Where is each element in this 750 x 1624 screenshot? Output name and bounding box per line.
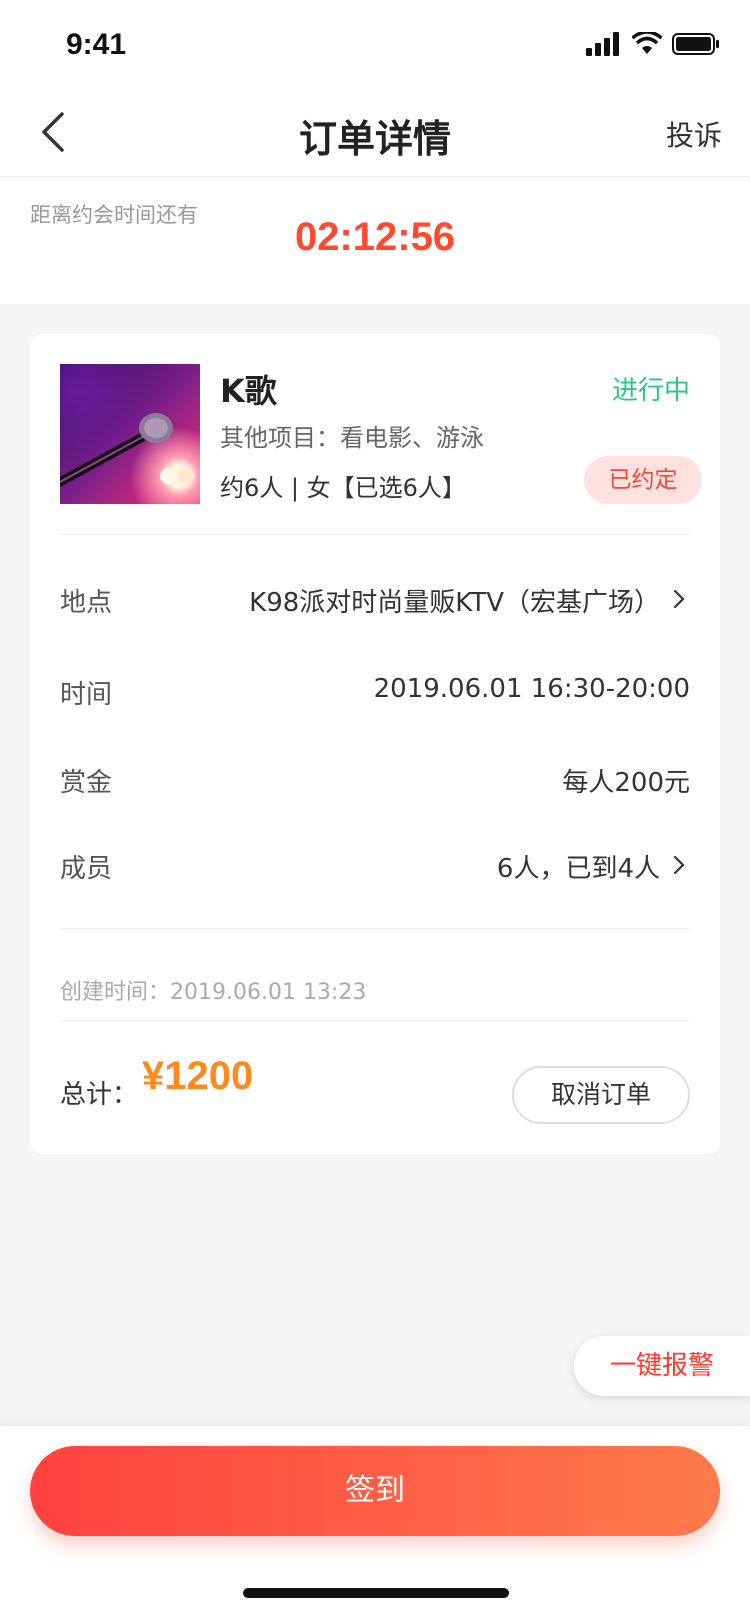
status-time: 9:41: [66, 28, 127, 61]
divider: [60, 534, 690, 535]
activity-thumbnail: [60, 364, 200, 504]
chevron-right-icon: [673, 589, 685, 609]
nav-bar: 订单详情 投诉: [0, 88, 750, 177]
microphone-icon: [60, 413, 194, 487]
countdown-timer: 02:12:56: [294, 215, 456, 259]
emergency-alarm-button[interactable]: 一键报警: [574, 1336, 750, 1396]
created-time: 创建时间：2019.06.01 13:23: [60, 980, 367, 1005]
status-bar: 9:41: [0, 0, 750, 88]
chevron-right-icon: [673, 855, 685, 875]
checkin-button[interactable]: 签到: [30, 1446, 720, 1536]
complain-button[interactable]: 投诉: [666, 114, 722, 154]
divider: [60, 928, 690, 929]
order-status: 进行中: [611, 376, 690, 406]
home-indicator: [243, 1588, 509, 1598]
battery-icon: [672, 33, 719, 55]
reward-label: 赏金: [60, 768, 113, 798]
activity-title: K歌: [220, 372, 277, 410]
members-label: 成员: [60, 854, 113, 884]
time-value: 2019.06.01 16:30-20:00: [373, 674, 690, 704]
location-value: K98派对时尚量贩KTV（宏基广场）: [249, 588, 660, 618]
people-info: 约6人 | 女【已选6人】: [220, 474, 466, 502]
divider: [60, 1020, 690, 1021]
total-label: 总计：: [60, 1080, 139, 1110]
other-items: 其他项目：看电影、游泳: [220, 424, 484, 452]
cancel-order-button[interactable]: 取消订单: [512, 1066, 690, 1124]
signal-icon: [586, 32, 619, 56]
bottom-bar: 签到: [0, 1426, 750, 1624]
reward-value: 每人200元: [562, 768, 690, 798]
total-amount: ¥1200: [142, 1054, 254, 1098]
wifi-icon: [632, 32, 662, 54]
page-title: 订单详情: [298, 117, 451, 161]
members-value: 6人，已到4人: [496, 854, 660, 884]
location-label: 地点: [60, 588, 113, 618]
time-label: 时间: [60, 680, 113, 710]
status-badge: 已约定: [584, 456, 702, 504]
countdown-panel: 距离约会时间还有 02:12:56: [0, 177, 750, 304]
order-card: K歌 其他项目：看电影、游泳 约6人 | 女【已选6人】 进行中 已约定 地点 …: [30, 334, 720, 1154]
status-icons: [586, 32, 720, 56]
